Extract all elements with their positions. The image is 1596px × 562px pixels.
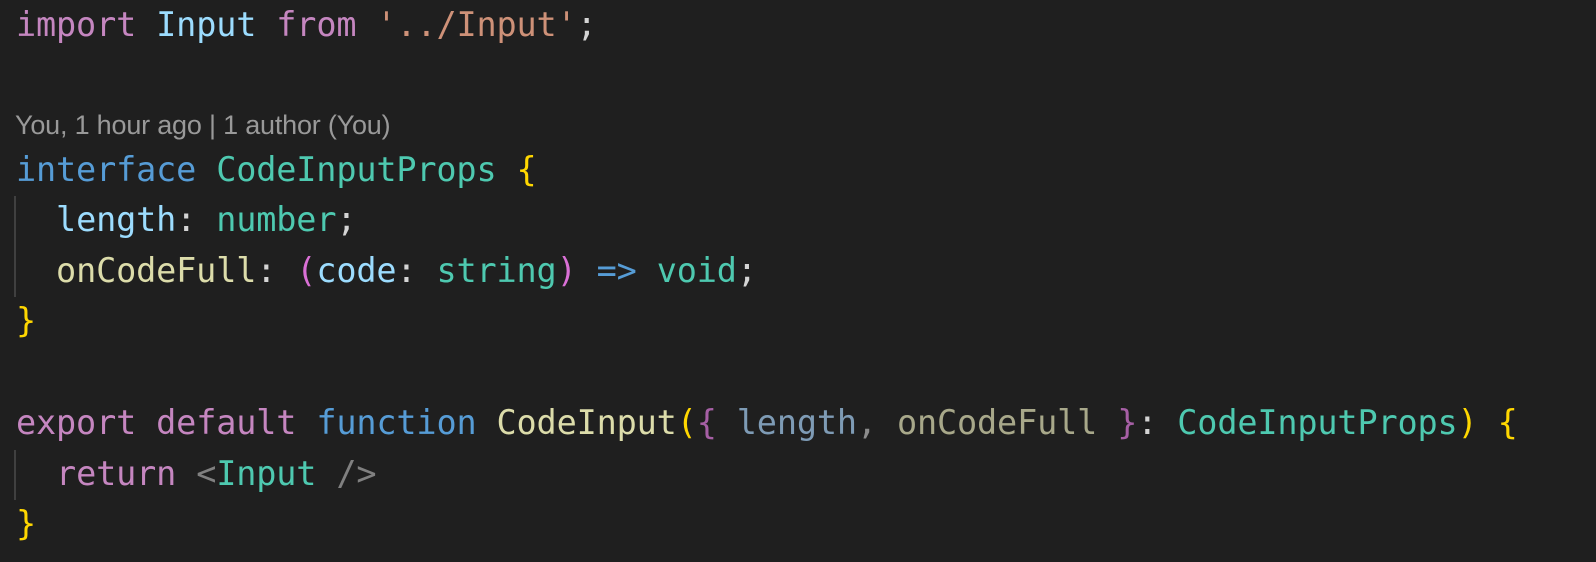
keyword-from: from [276,5,357,44]
destructure-brace-close: } [1117,403,1138,442]
colon: : [256,251,277,290]
code-line-function-declaration[interactable]: export default function CodeInput({ leng… [16,398,1518,448]
keyword-return: return [56,454,177,493]
keyword-interface: interface [16,150,197,189]
param-type: CodeInputProps [1177,403,1458,442]
colon: : [176,200,197,239]
type-void: void [656,251,737,290]
paren-open: ( [296,251,317,290]
type-string: string [436,251,557,290]
param-length: length [736,403,857,442]
git-blame-codelens[interactable]: You, 1 hour ago | 1 author (You) [15,103,391,147]
property-oncodefull: onCodeFull [56,251,257,290]
paren-close: ) [1457,403,1478,442]
brace-open: { [516,150,537,189]
code-line-import[interactable]: import Input from '../Input'; [16,0,597,50]
colon: : [1137,403,1158,442]
keyword-export: export [16,403,137,442]
param-oncodefull: onCodeFull [896,403,1098,442]
semicolon: ; [336,200,357,239]
destructure-brace-open: { [696,403,717,442]
comma: , [856,403,877,442]
brace-open: { [1497,403,1518,442]
code-line-return[interactable]: return <Input /> [16,449,377,499]
type-number: number [216,200,337,239]
jsx-tag-open: < [196,454,217,493]
import-identifier: Input [156,5,257,44]
code-line-length-prop[interactable]: length: number; [16,195,356,245]
paren-open: ( [676,403,697,442]
keyword-import: import [16,5,137,44]
function-name: CodeInput [496,403,677,442]
interface-name: CodeInputProps [216,150,497,189]
colon: : [396,251,417,290]
property-length: length [56,200,177,239]
semicolon: ; [576,5,597,44]
import-path-string: '../Input' [376,5,577,44]
brace-close: } [16,301,37,340]
code-line-interface[interactable]: interface CodeInputProps { [16,145,537,195]
param-code: code [316,251,397,290]
code-editor[interactable]: import Input from '../Input'; You, 1 hou… [0,0,1596,562]
brace-close: } [16,504,37,543]
code-line-interface-close[interactable]: } [16,296,36,346]
code-line-oncodefull-prop[interactable]: onCodeFull: (code: string) => void; [16,246,757,296]
arrow-operator: => [596,251,637,290]
semicolon: ; [736,251,757,290]
paren-close: ) [556,251,577,290]
keyword-function: function [316,403,477,442]
keyword-default: default [156,403,297,442]
jsx-component-name: Input [216,454,317,493]
code-line-function-close[interactable]: } [16,499,36,549]
jsx-tag-self-close: /> [336,454,377,493]
